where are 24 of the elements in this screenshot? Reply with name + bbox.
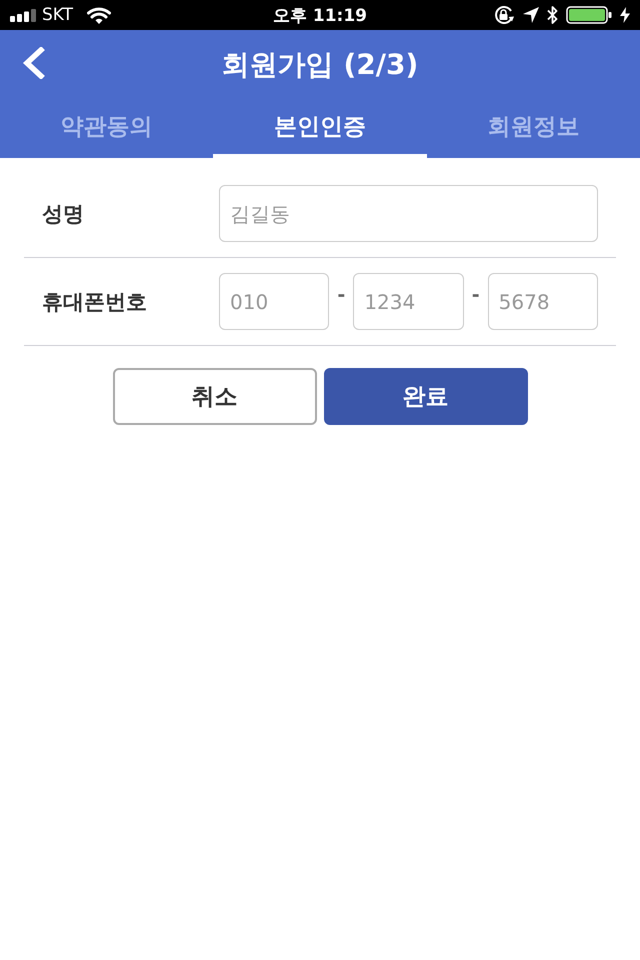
rotation-lock-icon bbox=[493, 6, 515, 24]
complete-button[interactable]: 완료 bbox=[324, 368, 528, 425]
charging-bolt-icon bbox=[620, 7, 630, 23]
field-label: 성명 bbox=[42, 200, 85, 228]
hyphen-text: - bbox=[336, 284, 346, 306]
input-field[interactable]: 5678 bbox=[488, 273, 598, 330]
input-field[interactable]: 1234 bbox=[353, 273, 464, 330]
page-title: 회원가입 (2/3) bbox=[222, 47, 418, 83]
location-arrow-icon bbox=[523, 7, 539, 23]
signal-icon bbox=[10, 8, 36, 22]
wifi-icon bbox=[87, 6, 112, 24]
hyphen-text: - bbox=[470, 284, 481, 306]
carrier-text: SKT bbox=[42, 5, 74, 25]
clock-text: 오후 11:19 bbox=[272, 4, 368, 26]
back-chevron-icon bbox=[20, 47, 46, 79]
step-tab[interactable]: 회원정보 bbox=[426, 98, 640, 158]
input-field[interactable]: 김길동 bbox=[219, 185, 598, 242]
bluetooth-icon bbox=[547, 6, 558, 24]
step-tab[interactable]: 본인인증 bbox=[213, 98, 427, 158]
cancel-button[interactable]: 취소 bbox=[112, 368, 316, 425]
field-label: 휴대폰번호 bbox=[42, 288, 148, 316]
input-field[interactable]: 010 bbox=[219, 273, 330, 330]
battery-icon bbox=[566, 6, 612, 24]
step-tab[interactable]: 약관동의 bbox=[0, 98, 214, 158]
